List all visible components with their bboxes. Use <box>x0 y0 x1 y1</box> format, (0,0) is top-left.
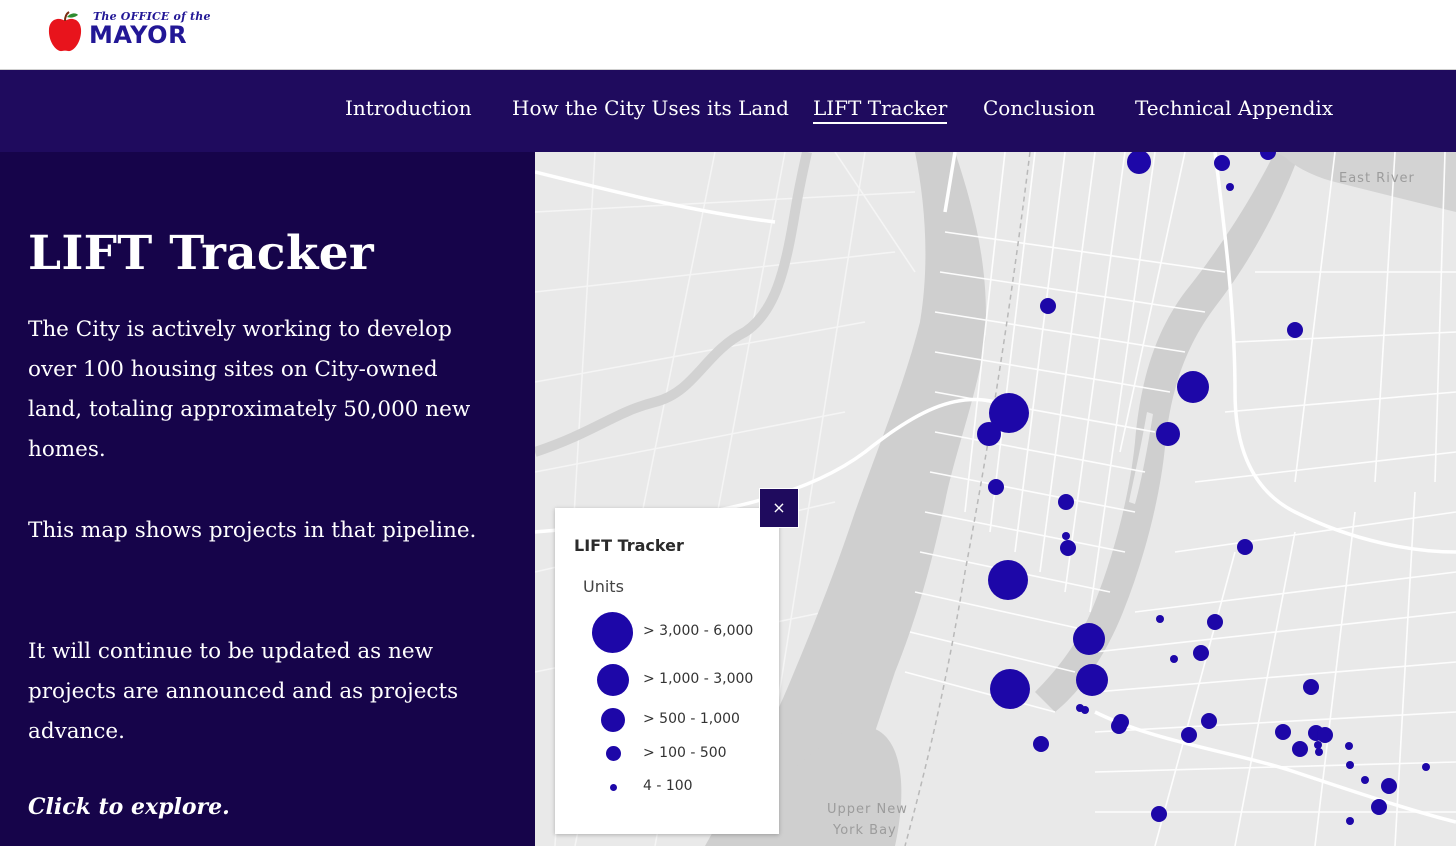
project-marker[interactable] <box>1292 741 1308 757</box>
project-marker[interactable] <box>1151 806 1167 822</box>
project-marker[interactable] <box>988 479 1004 495</box>
project-marker[interactable] <box>1060 540 1076 556</box>
legend-symbol-xs <box>610 784 617 791</box>
project-marker[interactable] <box>1214 155 1230 171</box>
nav-conclusion[interactable]: Conclusion <box>983 96 1095 120</box>
apple-icon <box>48 11 82 52</box>
map-description: This map shows projects in that pipeline… <box>28 518 477 543</box>
logo-wordmark: MAYOR <box>89 21 188 49</box>
legend-title: LIFT Tracker <box>574 536 684 555</box>
intro-paragraph: The City is actively working to develop … <box>28 317 471 462</box>
project-marker[interactable] <box>1076 664 1108 696</box>
nav-how-city-uses-land[interactable]: How the City Uses its Land <box>512 96 789 120</box>
project-marker[interactable] <box>1201 713 1217 729</box>
legend-label-md: > 500 - 1,000 <box>643 711 740 727</box>
legend-symbol-lg <box>597 664 629 696</box>
project-marker[interactable] <box>1181 727 1197 743</box>
project-marker[interactable] <box>1315 748 1323 756</box>
project-marker[interactable] <box>1361 776 1369 784</box>
project-marker[interactable] <box>1040 298 1056 314</box>
legend-label-sm: > 100 - 500 <box>643 745 727 761</box>
legend-subtitle: Units <box>583 577 624 596</box>
project-marker[interactable] <box>1260 152 1276 160</box>
project-marker[interactable] <box>1111 718 1127 734</box>
project-marker[interactable] <box>990 669 1030 709</box>
legend-label-lg: > 1,000 - 3,000 <box>643 671 754 687</box>
project-marker[interactable] <box>1081 706 1089 714</box>
project-marker[interactable] <box>1381 778 1397 794</box>
explore-link[interactable]: Click to explore. <box>28 794 230 820</box>
legend-label-xs: 4 - 100 <box>643 778 693 794</box>
project-marker[interactable] <box>1317 727 1333 743</box>
project-marker[interactable] <box>1127 152 1151 174</box>
legend-symbol-xl <box>592 612 633 653</box>
project-marker[interactable] <box>1275 724 1291 740</box>
project-marker[interactable] <box>1287 322 1303 338</box>
project-marker[interactable] <box>977 422 1001 446</box>
project-marker[interactable] <box>1237 539 1253 555</box>
mayor-office-logo[interactable]: The OFFICE of the MAYOR <box>46 8 216 56</box>
nav-technical-appendix[interactable]: Technical Appendix <box>1135 96 1333 120</box>
legend-symbol-sm <box>606 746 621 761</box>
project-marker[interactable] <box>1371 799 1387 815</box>
project-marker[interactable] <box>1156 615 1164 623</box>
page-title: LIFT Tracker <box>28 226 374 281</box>
project-marker[interactable] <box>1033 736 1049 752</box>
project-marker[interactable] <box>1062 532 1070 540</box>
project-marker[interactable] <box>1422 763 1430 771</box>
legend-close-button[interactable]: × <box>759 488 799 528</box>
project-marker[interactable] <box>988 560 1028 600</box>
project-marker[interactable] <box>1345 742 1353 750</box>
update-note: It will continue to be updated as new pr… <box>28 639 459 744</box>
project-marker[interactable] <box>1314 741 1322 749</box>
project-marker[interactable] <box>1303 679 1319 695</box>
project-marker[interactable] <box>1193 645 1209 661</box>
project-marker[interactable] <box>1170 655 1178 663</box>
project-marker[interactable] <box>1207 614 1223 630</box>
story-sidebar: LIFT Tracker The City is actively workin… <box>0 152 535 846</box>
project-marker[interactable] <box>1177 371 1209 403</box>
legend-symbol-md <box>601 708 625 732</box>
project-marker[interactable] <box>1156 422 1180 446</box>
top-header: The OFFICE of the MAYOR <box>0 0 1456 70</box>
main-nav: Introduction How the City Uses its Land … <box>0 70 1456 152</box>
project-marker[interactable] <box>1058 494 1074 510</box>
project-marker[interactable] <box>1346 817 1354 825</box>
map-legend: LIFT Tracker Units > 3,000 - 6,000 > 1,0… <box>555 508 779 834</box>
project-marker[interactable] <box>1073 623 1105 655</box>
legend-label-xl: > 3,000 - 6,000 <box>643 623 754 639</box>
project-marker[interactable] <box>1346 761 1354 769</box>
nav-lift-tracker[interactable]: LIFT Tracker <box>813 96 948 124</box>
nav-introduction[interactable]: Introduction <box>345 96 472 120</box>
project-marker[interactable] <box>1226 183 1234 191</box>
